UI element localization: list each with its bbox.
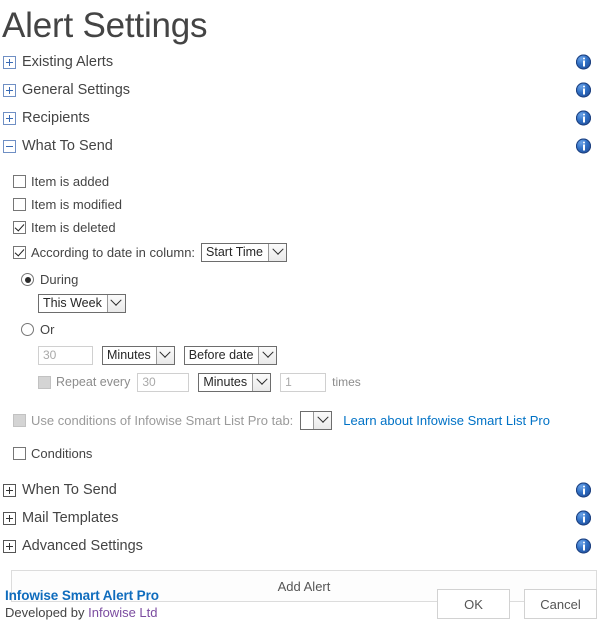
checkbox-label: Item is added	[31, 174, 110, 189]
checkbox-item-added[interactable]	[13, 175, 26, 188]
checkbox-label: According to date in column:	[31, 244, 196, 260]
what-to-send-panel: Item is added Item is modified Item is d…	[0, 170, 608, 465]
product-name: Infowise Smart Alert Pro	[5, 588, 159, 603]
sidebar-item-mail-templates[interactable]: Mail Templates	[0, 504, 608, 532]
sections-top-group: Existing Alerts General Settings Recipie…	[0, 48, 608, 160]
repeat-times-input[interactable]: 1	[280, 372, 327, 392]
offset-unit-select-value: Minutes	[107, 347, 151, 362]
info-icon[interactable]	[576, 110, 591, 126]
repeat-row: Repeat every 30 Minutes 1 times	[0, 370, 608, 394]
plus-box-icon[interactable]	[3, 111, 16, 125]
checkbox-label: Item is deleted	[31, 220, 116, 235]
radio-row-during[interactable]: During	[0, 268, 608, 291]
section-label: Existing Alerts	[22, 54, 114, 70]
dialog-buttons: OK Cancel	[437, 589, 597, 619]
section-label: General Settings	[22, 82, 131, 98]
chevron-down-icon	[155, 346, 174, 364]
info-icon[interactable]	[576, 82, 591, 98]
section-label: Mail Templates	[22, 510, 119, 526]
info-icon[interactable]	[576, 482, 591, 498]
info-icon[interactable]	[576, 138, 591, 154]
smart-list-label: Use conditions of Infowise Smart List Pr…	[31, 412, 294, 428]
checkbox-according-to-date[interactable]	[13, 245, 26, 259]
footer: Infowise Smart Alert Pro Developed by In…	[0, 586, 608, 632]
checkbox-row-according-to-date[interactable]: According to date in column: Start Time	[0, 239, 608, 265]
plus-box-icon[interactable]	[3, 83, 16, 97]
sections-bottom-group: When To Send Mail Templates Advanced Set…	[0, 476, 608, 560]
or-offset-row: 30 Minutes Before date	[0, 343, 608, 367]
radio-label: Or	[40, 322, 55, 337]
repeat-unit-select-value: Minutes	[203, 374, 248, 389]
repeat-interval-input[interactable]: 30	[137, 372, 190, 392]
ok-button-label: OK	[464, 596, 483, 612]
sidebar-item-when-to-send[interactable]: When To Send	[0, 476, 608, 504]
radio-label: During	[40, 272, 79, 287]
developed-by: Developed by Infowise Ltd	[5, 605, 159, 620]
plus-box-icon[interactable]	[3, 511, 16, 525]
checkbox-item-deleted[interactable]	[13, 221, 26, 234]
plus-box-icon[interactable]	[3, 483, 16, 497]
radio-during[interactable]	[21, 273, 34, 286]
info-icon[interactable]	[576, 538, 591, 554]
section-label: Recipients	[22, 110, 90, 126]
plus-box-icon[interactable]	[3, 539, 16, 553]
during-period-select[interactable]: This Week	[38, 293, 126, 313]
chevron-down-icon	[268, 243, 287, 261]
minus-box-icon[interactable]	[3, 139, 16, 153]
repeat-times-label: times	[332, 375, 361, 389]
offset-relation-select[interactable]: Before date	[183, 345, 278, 365]
ok-button[interactable]: OK	[437, 589, 510, 619]
chevron-down-icon	[313, 411, 332, 429]
offset-relation-select-value: Before date	[188, 347, 254, 362]
offset-value-input[interactable]: 30	[38, 345, 93, 365]
sidebar-item-recipients[interactable]: Recipients	[0, 104, 608, 132]
checkbox-label: Item is modified	[31, 197, 123, 212]
chevron-down-icon	[252, 373, 271, 391]
sidebar-item-advanced-settings[interactable]: Advanced Settings	[0, 532, 608, 560]
checkbox-row-conditions[interactable]: Conditions	[0, 442, 608, 465]
checkbox-row-item-added[interactable]: Item is added	[0, 170, 608, 193]
plus-box-icon[interactable]	[3, 55, 16, 69]
developed-by-prefix: Developed by	[5, 605, 89, 620]
smart-list-tab-select-value	[301, 412, 313, 429]
info-icon[interactable]	[576, 54, 591, 70]
checkbox-repeat-every[interactable]	[38, 375, 51, 389]
date-column-select[interactable]: Start Time	[201, 242, 288, 262]
repeat-label: Repeat every	[56, 375, 131, 389]
checkbox-conditions[interactable]	[13, 447, 26, 460]
section-label: Advanced Settings	[22, 538, 143, 554]
sidebar-item-what-to-send[interactable]: What To Send	[0, 132, 608, 160]
during-period-select-value: This Week	[43, 295, 102, 310]
checkbox-item-modified[interactable]	[13, 198, 26, 211]
checkbox-label: Conditions	[31, 446, 93, 461]
section-label: What To Send	[22, 138, 113, 154]
checkbox-row-item-deleted[interactable]: Item is deleted	[0, 216, 608, 239]
page-title: Alert Settings	[2, 6, 208, 45]
repeat-unit-select[interactable]: Minutes	[198, 372, 272, 392]
info-icon[interactable]	[576, 510, 591, 526]
sidebar-item-existing-alerts[interactable]: Existing Alerts	[0, 48, 608, 76]
brand-block: Infowise Smart Alert Pro Developed by In…	[5, 588, 159, 620]
radio-row-or[interactable]: Or	[0, 318, 608, 341]
offset-unit-select[interactable]: Minutes	[102, 345, 175, 365]
smart-list-tab-select[interactable]	[300, 410, 333, 430]
chevron-down-icon	[258, 346, 277, 364]
during-period-row: This Week	[0, 291, 608, 315]
checkbox-row-item-modified[interactable]: Item is modified	[0, 193, 608, 216]
developer-link[interactable]: Infowise Ltd	[88, 605, 157, 620]
section-label: When To Send	[22, 482, 117, 498]
smart-list-row: Use conditions of Infowise Smart List Pr…	[0, 408, 608, 432]
checkbox-use-smart-list-conditions[interactable]	[13, 413, 26, 427]
radio-or[interactable]	[21, 323, 34, 336]
chevron-down-icon	[106, 294, 125, 312]
sidebar-item-general-settings[interactable]: General Settings	[0, 76, 608, 104]
learn-about-smart-list-link[interactable]: Learn about Infowise Smart List Pro	[343, 413, 550, 428]
cancel-button-label: Cancel	[540, 596, 581, 612]
cancel-button[interactable]: Cancel	[524, 589, 597, 619]
date-column-select-value: Start Time	[206, 244, 264, 259]
